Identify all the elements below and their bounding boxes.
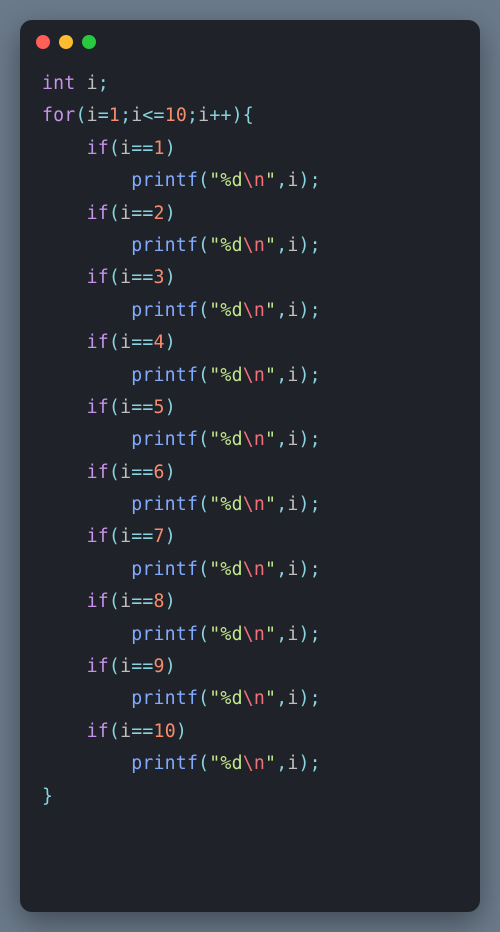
zoom-icon[interactable] bbox=[82, 35, 96, 49]
code-window: int i; for(i=1;i<=10;i++){ if(i==1) prin… bbox=[20, 20, 480, 912]
code-area: int i; for(i=1;i<=10;i++){ if(i==1) prin… bbox=[20, 64, 480, 833]
close-icon[interactable] bbox=[36, 35, 50, 49]
minimize-icon[interactable] bbox=[59, 35, 73, 49]
titlebar bbox=[20, 20, 480, 64]
